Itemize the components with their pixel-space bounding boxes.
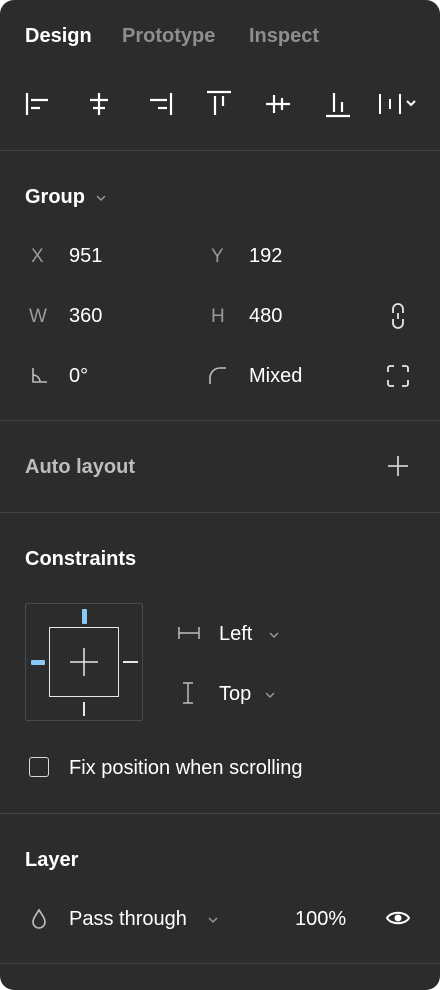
blend-mode-icon — [30, 908, 48, 935]
design-panel: Design Prototype Inspect Group X 951 Y 1… — [0, 0, 440, 990]
align-right-icon[interactable] — [146, 89, 174, 119]
vertical-constraint-icon — [179, 681, 197, 710]
align-top-icon[interactable] — [205, 89, 233, 119]
rotation-icon — [29, 364, 49, 391]
corner-radius-icon — [207, 364, 229, 391]
constraint-widget[interactable] — [25, 603, 143, 721]
y-input[interactable]: 192 — [249, 245, 282, 268]
fix-position-label[interactable]: Fix position when scrolling — [69, 757, 302, 780]
width-input[interactable]: 360 — [69, 305, 102, 328]
chevron-down-icon[interactable] — [264, 688, 276, 706]
x-label: X — [31, 246, 44, 267]
separator — [0, 963, 440, 964]
auto-layout-title: Auto layout — [25, 456, 135, 478]
constraint-right-handle[interactable] — [123, 661, 138, 663]
fix-position-checkbox[interactable] — [29, 757, 49, 777]
constraints-title: Constraints — [25, 548, 137, 570]
align-left-icon[interactable] — [25, 89, 53, 119]
constrain-proportions-icon[interactable] — [388, 302, 408, 335]
rotation-input[interactable]: 0° — [69, 365, 88, 388]
h-label: H — [211, 306, 225, 327]
vertical-constraint-select[interactable]: Top — [219, 683, 251, 706]
tab-design[interactable]: Design — [25, 25, 92, 48]
align-horizontal-center-icon[interactable] — [85, 89, 113, 119]
separator — [0, 813, 440, 814]
chevron-down-icon[interactable] — [268, 628, 280, 646]
visibility-eye-icon[interactable] — [385, 907, 411, 934]
separator — [0, 512, 440, 513]
tab-prototype[interactable]: Prototype — [122, 25, 215, 48]
align-vertical-center-icon[interactable] — [264, 89, 292, 119]
distribute-icon[interactable] — [378, 89, 422, 119]
layer-title: Layer — [25, 849, 79, 871]
chevron-down-icon[interactable] — [207, 913, 219, 931]
corner-radius-input[interactable]: Mixed — [249, 365, 302, 388]
blend-mode-select[interactable]: Pass through — [69, 908, 187, 931]
group-section-title[interactable]: Group — [25, 186, 85, 209]
align-bottom-icon[interactable] — [324, 89, 352, 119]
add-auto-layout-icon[interactable] — [387, 455, 409, 482]
tab-inspect[interactable]: Inspect — [249, 25, 319, 48]
y-label: Y — [211, 246, 224, 267]
constraint-bottom-handle[interactable] — [83, 702, 85, 716]
constraint-top-handle[interactable] — [82, 609, 87, 624]
x-input[interactable]: 951 — [69, 245, 102, 268]
independent-corners-icon[interactable] — [386, 364, 410, 393]
w-label: W — [29, 306, 47, 327]
height-input[interactable]: 480 — [249, 305, 282, 328]
separator — [0, 150, 440, 151]
horizontal-constraint-select[interactable]: Left — [219, 623, 252, 646]
constraint-left-handle[interactable] — [31, 660, 45, 665]
opacity-input[interactable]: 100% — [295, 908, 346, 931]
horizontal-constraint-icon — [177, 624, 201, 647]
chevron-down-icon[interactable] — [95, 191, 107, 209]
separator — [0, 420, 440, 421]
